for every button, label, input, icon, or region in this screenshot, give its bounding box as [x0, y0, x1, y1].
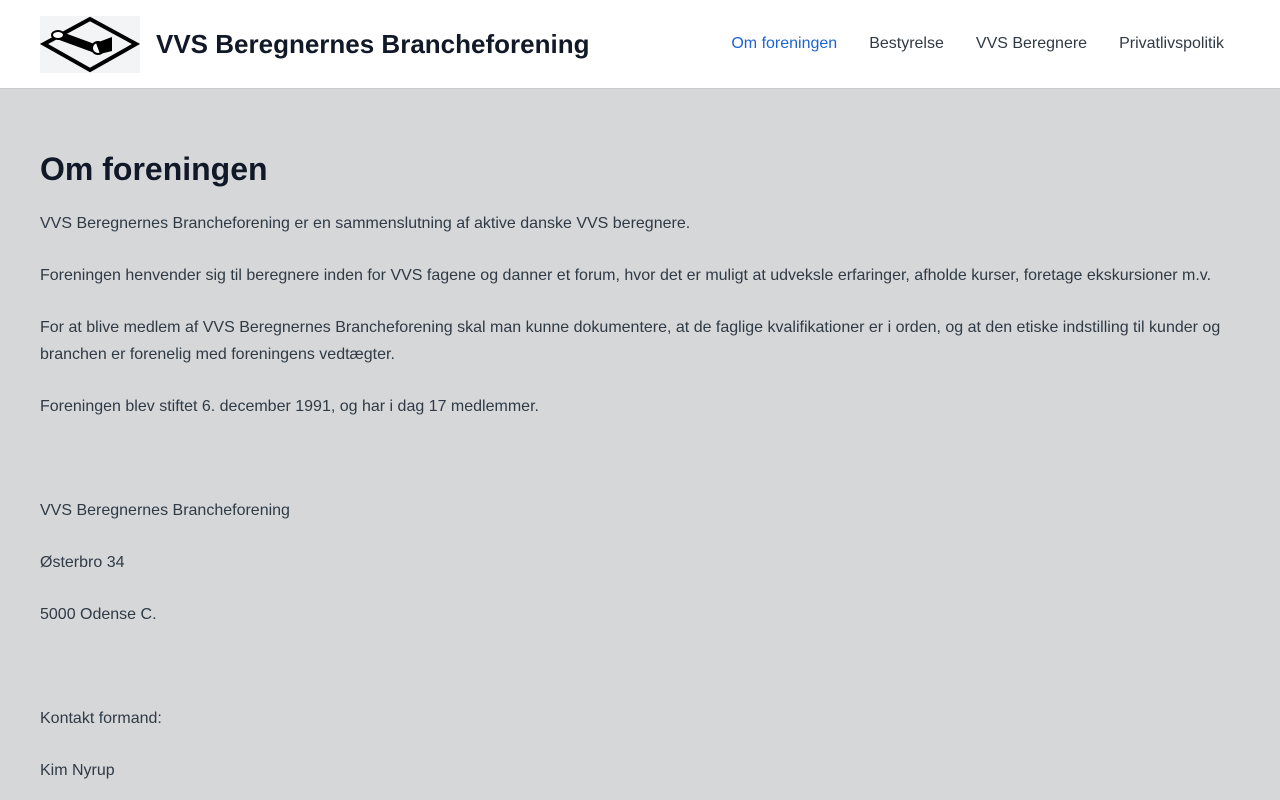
contact-label: Kontakt formand: [40, 710, 162, 727]
address-name: VVS Beregnernes Brancheforening [40, 502, 290, 519]
page-title: Om foreningen [40, 151, 268, 187]
site-header: VVS Beregnernes Brancheforening Om foren… [0, 0, 1280, 89]
address-city: 5000 Odense C. [40, 606, 157, 623]
nav-item-om-foreningen[interactable]: Om foreningen [731, 33, 837, 55]
main-navigation: Om foreningen Bestyrelse VVS Beregnere P… [731, 33, 1224, 55]
nav-item-bestyrelse[interactable]: Bestyrelse [869, 33, 944, 55]
founded-paragraph: Foreningen blev stiftet 6. december 1991… [40, 398, 539, 415]
nav-item-vvs-beregnere[interactable]: VVS Beregnere [976, 33, 1087, 55]
sprinkler-logo-icon [40, 16, 140, 73]
site-title[interactable]: VVS Beregnernes Brancheforening [156, 28, 589, 60]
site-logo-link[interactable] [40, 16, 140, 73]
contact-name: Kim Nyrup [40, 762, 115, 779]
forum-paragraph: Foreningen henvender sig til beregnere i… [40, 267, 1212, 284]
nav-item-privatlivspolitik[interactable]: Privatlivspolitik [1119, 33, 1224, 55]
intro-paragraph: VVS Beregnernes Brancheforening er en sa… [40, 215, 691, 232]
membership-paragraph: For at blive medlem af VVS Beregnernes B… [40, 319, 1221, 363]
address-street: Østerbro 34 [40, 554, 125, 571]
